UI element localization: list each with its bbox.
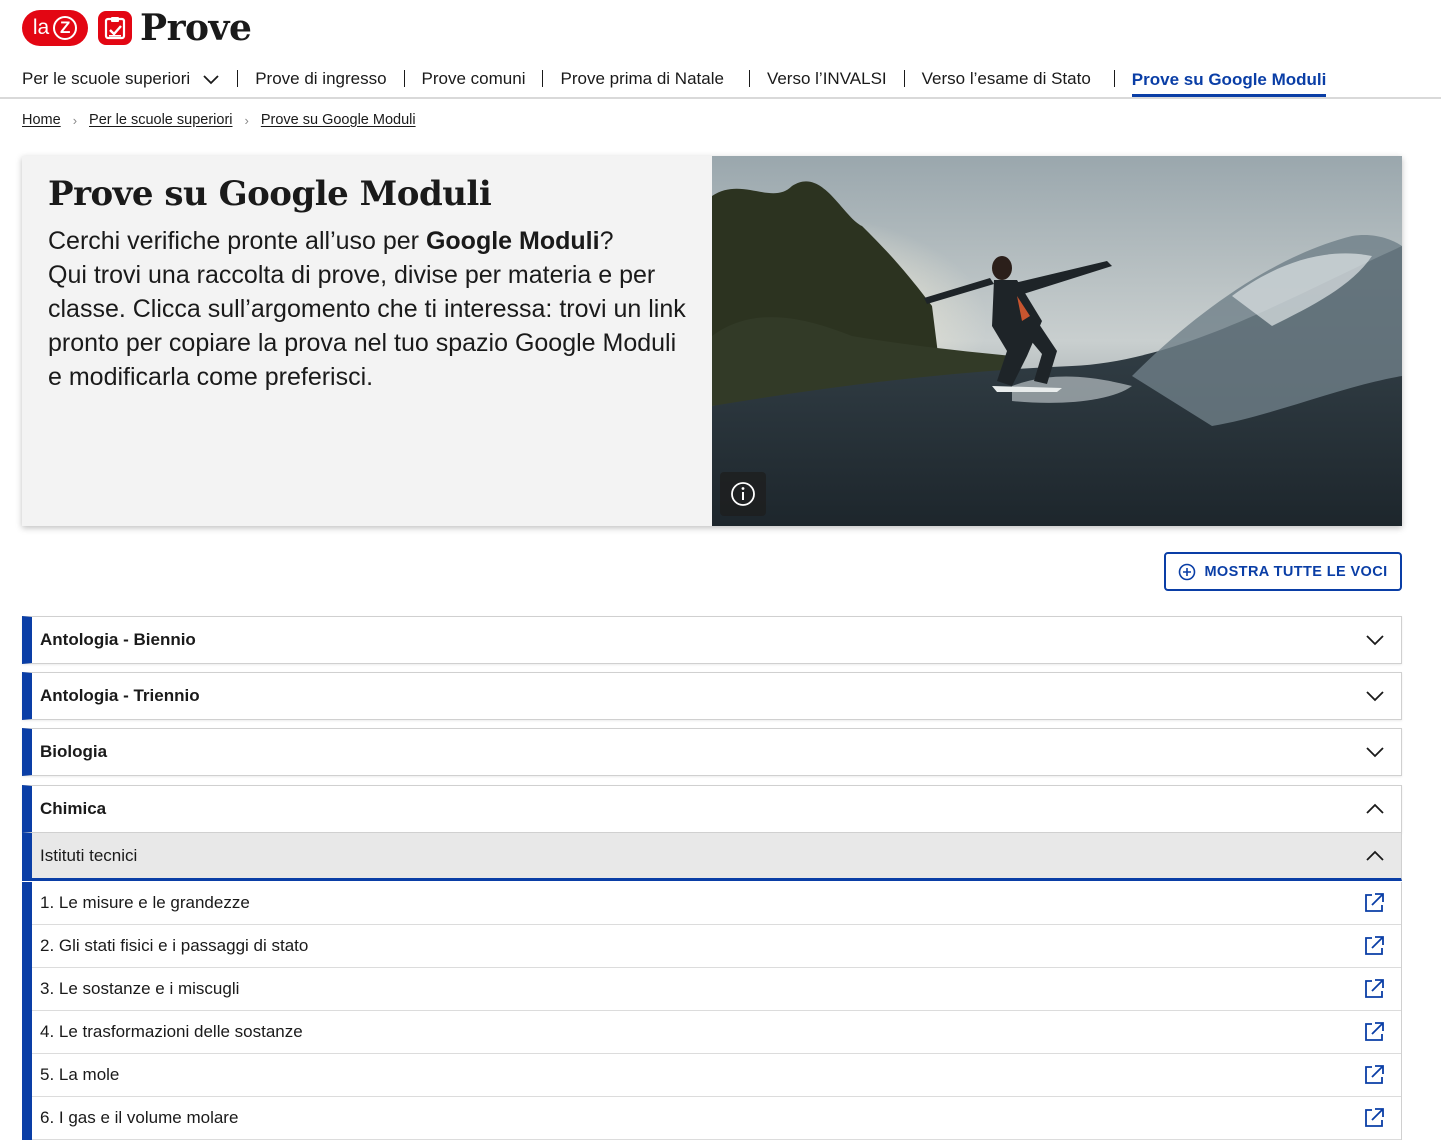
nav-divider xyxy=(1113,70,1115,87)
chevron-up-icon xyxy=(1366,803,1384,814)
accordion-label: Biologia xyxy=(40,742,108,761)
nav-item-esame-stato[interactable]: Verso l’esame di Stato xyxy=(922,66,1091,92)
page-title: Prove su Google Moduli xyxy=(48,174,492,214)
list-item[interactable]: 6. I gas e il volume molare xyxy=(32,1097,1401,1140)
nav-label: Per le scuole superiori xyxy=(22,69,191,88)
breadcrumb-home[interactable]: Home xyxy=(22,112,61,128)
breadcrumb-current[interactable]: Prove su Google Moduli xyxy=(261,112,416,128)
external-link-icon[interactable] xyxy=(1363,1021,1385,1043)
site-name: Prove xyxy=(140,7,252,49)
topic-label: 1. Le misure e le grandezze xyxy=(40,893,250,912)
list-item[interactable]: 2. Gli stati fisici e i passaggi di stat… xyxy=(32,925,1401,968)
image-info-button[interactable] xyxy=(720,472,766,516)
nav-item-scuole-superiori[interactable]: Per le scuole superiori xyxy=(22,66,220,92)
nav-item-prove-natale[interactable]: Prove prima di Natale xyxy=(560,66,723,92)
accordion-label: Antologia - Biennio xyxy=(40,630,196,649)
external-link-icon[interactable] xyxy=(1363,892,1385,914)
nav-divider xyxy=(903,70,905,87)
external-link-icon[interactable] xyxy=(1363,1064,1385,1086)
site-logo[interactable]: la Z Prove xyxy=(22,7,252,49)
external-link-icon[interactable] xyxy=(1363,1107,1385,1129)
header-divider xyxy=(0,97,1441,99)
chevron-up-icon xyxy=(1366,850,1384,861)
accordion-label: Antologia - Triennio xyxy=(40,686,200,705)
hero-intro: Cerchi verifiche pronte all’uso per Goog… xyxy=(48,224,686,394)
list-item[interactable]: 3. Le sostanze e i miscugli xyxy=(32,968,1401,1011)
accordion-biologia[interactable]: Biologia xyxy=(22,728,1402,776)
list-item[interactable]: 5. La mole xyxy=(32,1054,1401,1097)
external-link-icon[interactable] xyxy=(1363,978,1385,1000)
hero-intro-bold: Google Moduli xyxy=(425,227,600,255)
logo-z-text: Z xyxy=(53,16,78,40)
chevron-down-icon xyxy=(1366,691,1384,702)
chevron-down-icon xyxy=(1366,635,1384,646)
nav-divider xyxy=(542,70,544,87)
accordion-antologia-biennio[interactable]: Antologia - Biennio xyxy=(22,616,1402,664)
nav-item-invalsi[interactable]: Verso l’INVALSI xyxy=(767,66,887,92)
hero-intro-text: Cerchi verifiche pronte all’uso per xyxy=(48,227,426,255)
nav-divider xyxy=(237,70,239,87)
topic-list: 1. Le misure e le grandezze 2. Gli stati… xyxy=(22,882,1402,1140)
hero-description: Qui trovi una raccolta di prove, divise … xyxy=(48,261,686,391)
breadcrumb-scuole-superiori[interactable]: Per le scuole superiori xyxy=(89,112,232,128)
show-all-button[interactable]: MOSTRA TUTTE LE VOCI xyxy=(1164,552,1402,591)
topic-label: 6. I gas e il volume molare xyxy=(40,1108,239,1127)
topic-label: 5. La mole xyxy=(40,1065,120,1084)
info-icon xyxy=(731,482,755,506)
hero-banner: Prove su Google Moduli Cerchi verifiche … xyxy=(22,156,1402,526)
chevron-down-icon xyxy=(1366,747,1384,758)
zanichelli-logo: la Z xyxy=(22,10,88,46)
main-navigation: Per le scuole superiori Prove di ingress… xyxy=(22,66,1441,98)
chevron-right-icon: › xyxy=(72,112,78,128)
accordion-antologia-triennio[interactable]: Antologia - Triennio xyxy=(22,672,1402,720)
list-item[interactable]: 1. Le misure e le grandezze xyxy=(32,882,1401,925)
nav-item-google-moduli[interactable]: Prove su Google Moduli xyxy=(1131,66,1327,97)
list-item[interactable]: 4. Le trasformazioni delle sostanze xyxy=(32,1011,1401,1054)
logo-la-text: la xyxy=(32,16,50,39)
nav-divider xyxy=(748,70,750,87)
chevron-down-icon xyxy=(202,73,220,85)
breadcrumb: Home › Per le scuole superiori › Prove s… xyxy=(22,112,416,128)
show-all-label: MOSTRA TUTTE LE VOCI xyxy=(1204,563,1388,580)
plus-circle-icon xyxy=(1179,563,1196,580)
topic-label: 3. Le sostanze e i miscugli xyxy=(40,979,240,998)
external-link-icon[interactable] xyxy=(1363,935,1385,957)
accordion-label: Chimica xyxy=(40,799,107,818)
subaccordion-label: Istituti tecnici xyxy=(40,845,138,865)
surfer-illustration xyxy=(712,156,1402,526)
nav-divider xyxy=(403,70,405,87)
clipboard-check-icon xyxy=(98,11,132,45)
hero-image-surfer xyxy=(712,156,1402,526)
topic-label: 2. Gli stati fisici e i passaggi di stat… xyxy=(40,936,309,955)
hero-text-panel: Prove su Google Moduli Cerchi verifiche … xyxy=(22,156,712,526)
subaccordion-istituti-tecnici[interactable]: Istituti tecnici xyxy=(22,833,1402,881)
nav-item-prove-comuni[interactable]: Prove comuni xyxy=(422,66,526,92)
chevron-right-icon: › xyxy=(244,112,249,128)
nav-item-prove-ingresso[interactable]: Prove di ingresso xyxy=(255,66,386,92)
topic-label: 4. Le trasformazioni delle sostanze xyxy=(40,1022,303,1041)
hero-intro-punct: ? xyxy=(599,227,614,255)
accordion-chimica[interactable]: Chimica xyxy=(22,785,1402,833)
